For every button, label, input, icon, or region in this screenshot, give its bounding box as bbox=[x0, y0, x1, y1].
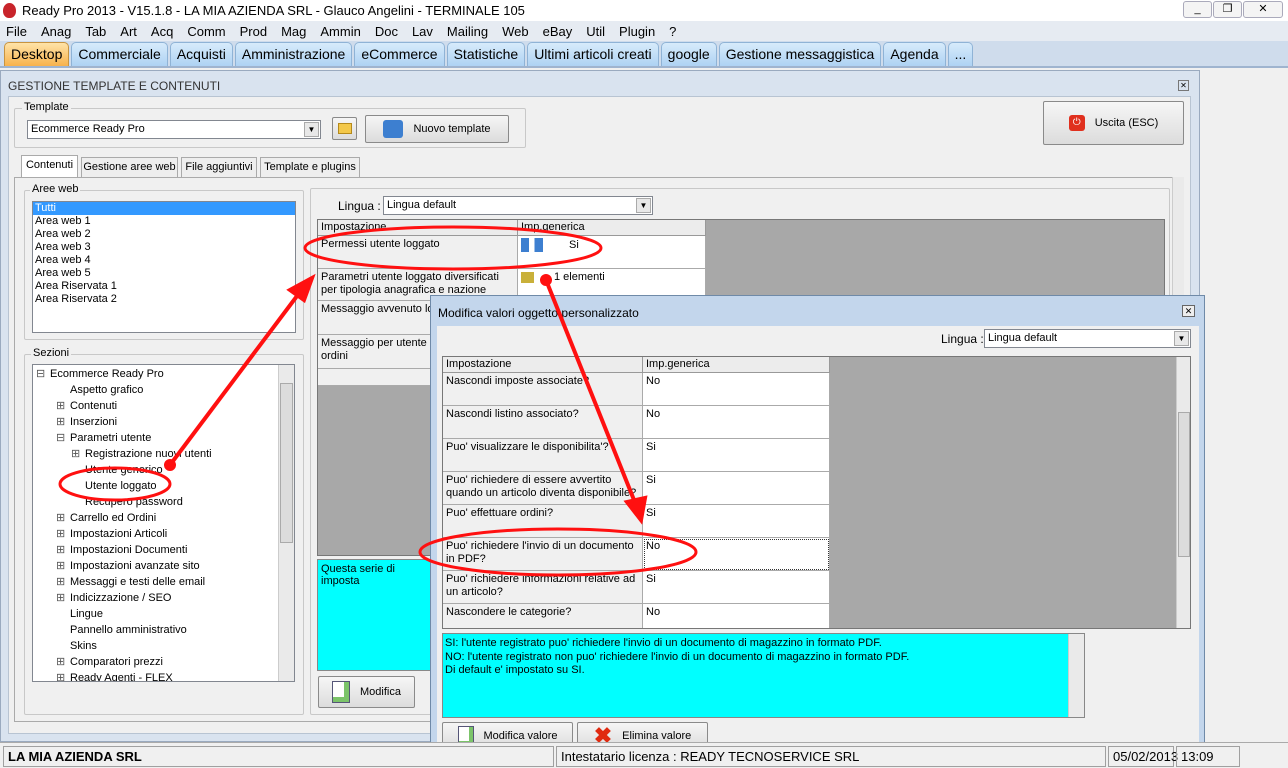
status-date: 05/02/2013 bbox=[1108, 746, 1178, 767]
status-company: LA MIA AZIENDA SRL bbox=[3, 746, 554, 767]
annotation-ellipse bbox=[58, 466, 172, 502]
annotation-arrow bbox=[168, 290, 302, 467]
status-bar: LA MIA AZIENDA SRL Intestatario licenza … bbox=[0, 742, 1288, 768]
annotation-ellipse bbox=[418, 527, 698, 577]
status-time: 13:09 bbox=[1176, 746, 1240, 767]
annotation-ellipse bbox=[303, 225, 603, 271]
annotation-arrow bbox=[544, 279, 638, 506]
red-annotations bbox=[58, 225, 698, 577]
status-license: Intestatario licenza : READY TECNOSERVIC… bbox=[556, 746, 1106, 767]
